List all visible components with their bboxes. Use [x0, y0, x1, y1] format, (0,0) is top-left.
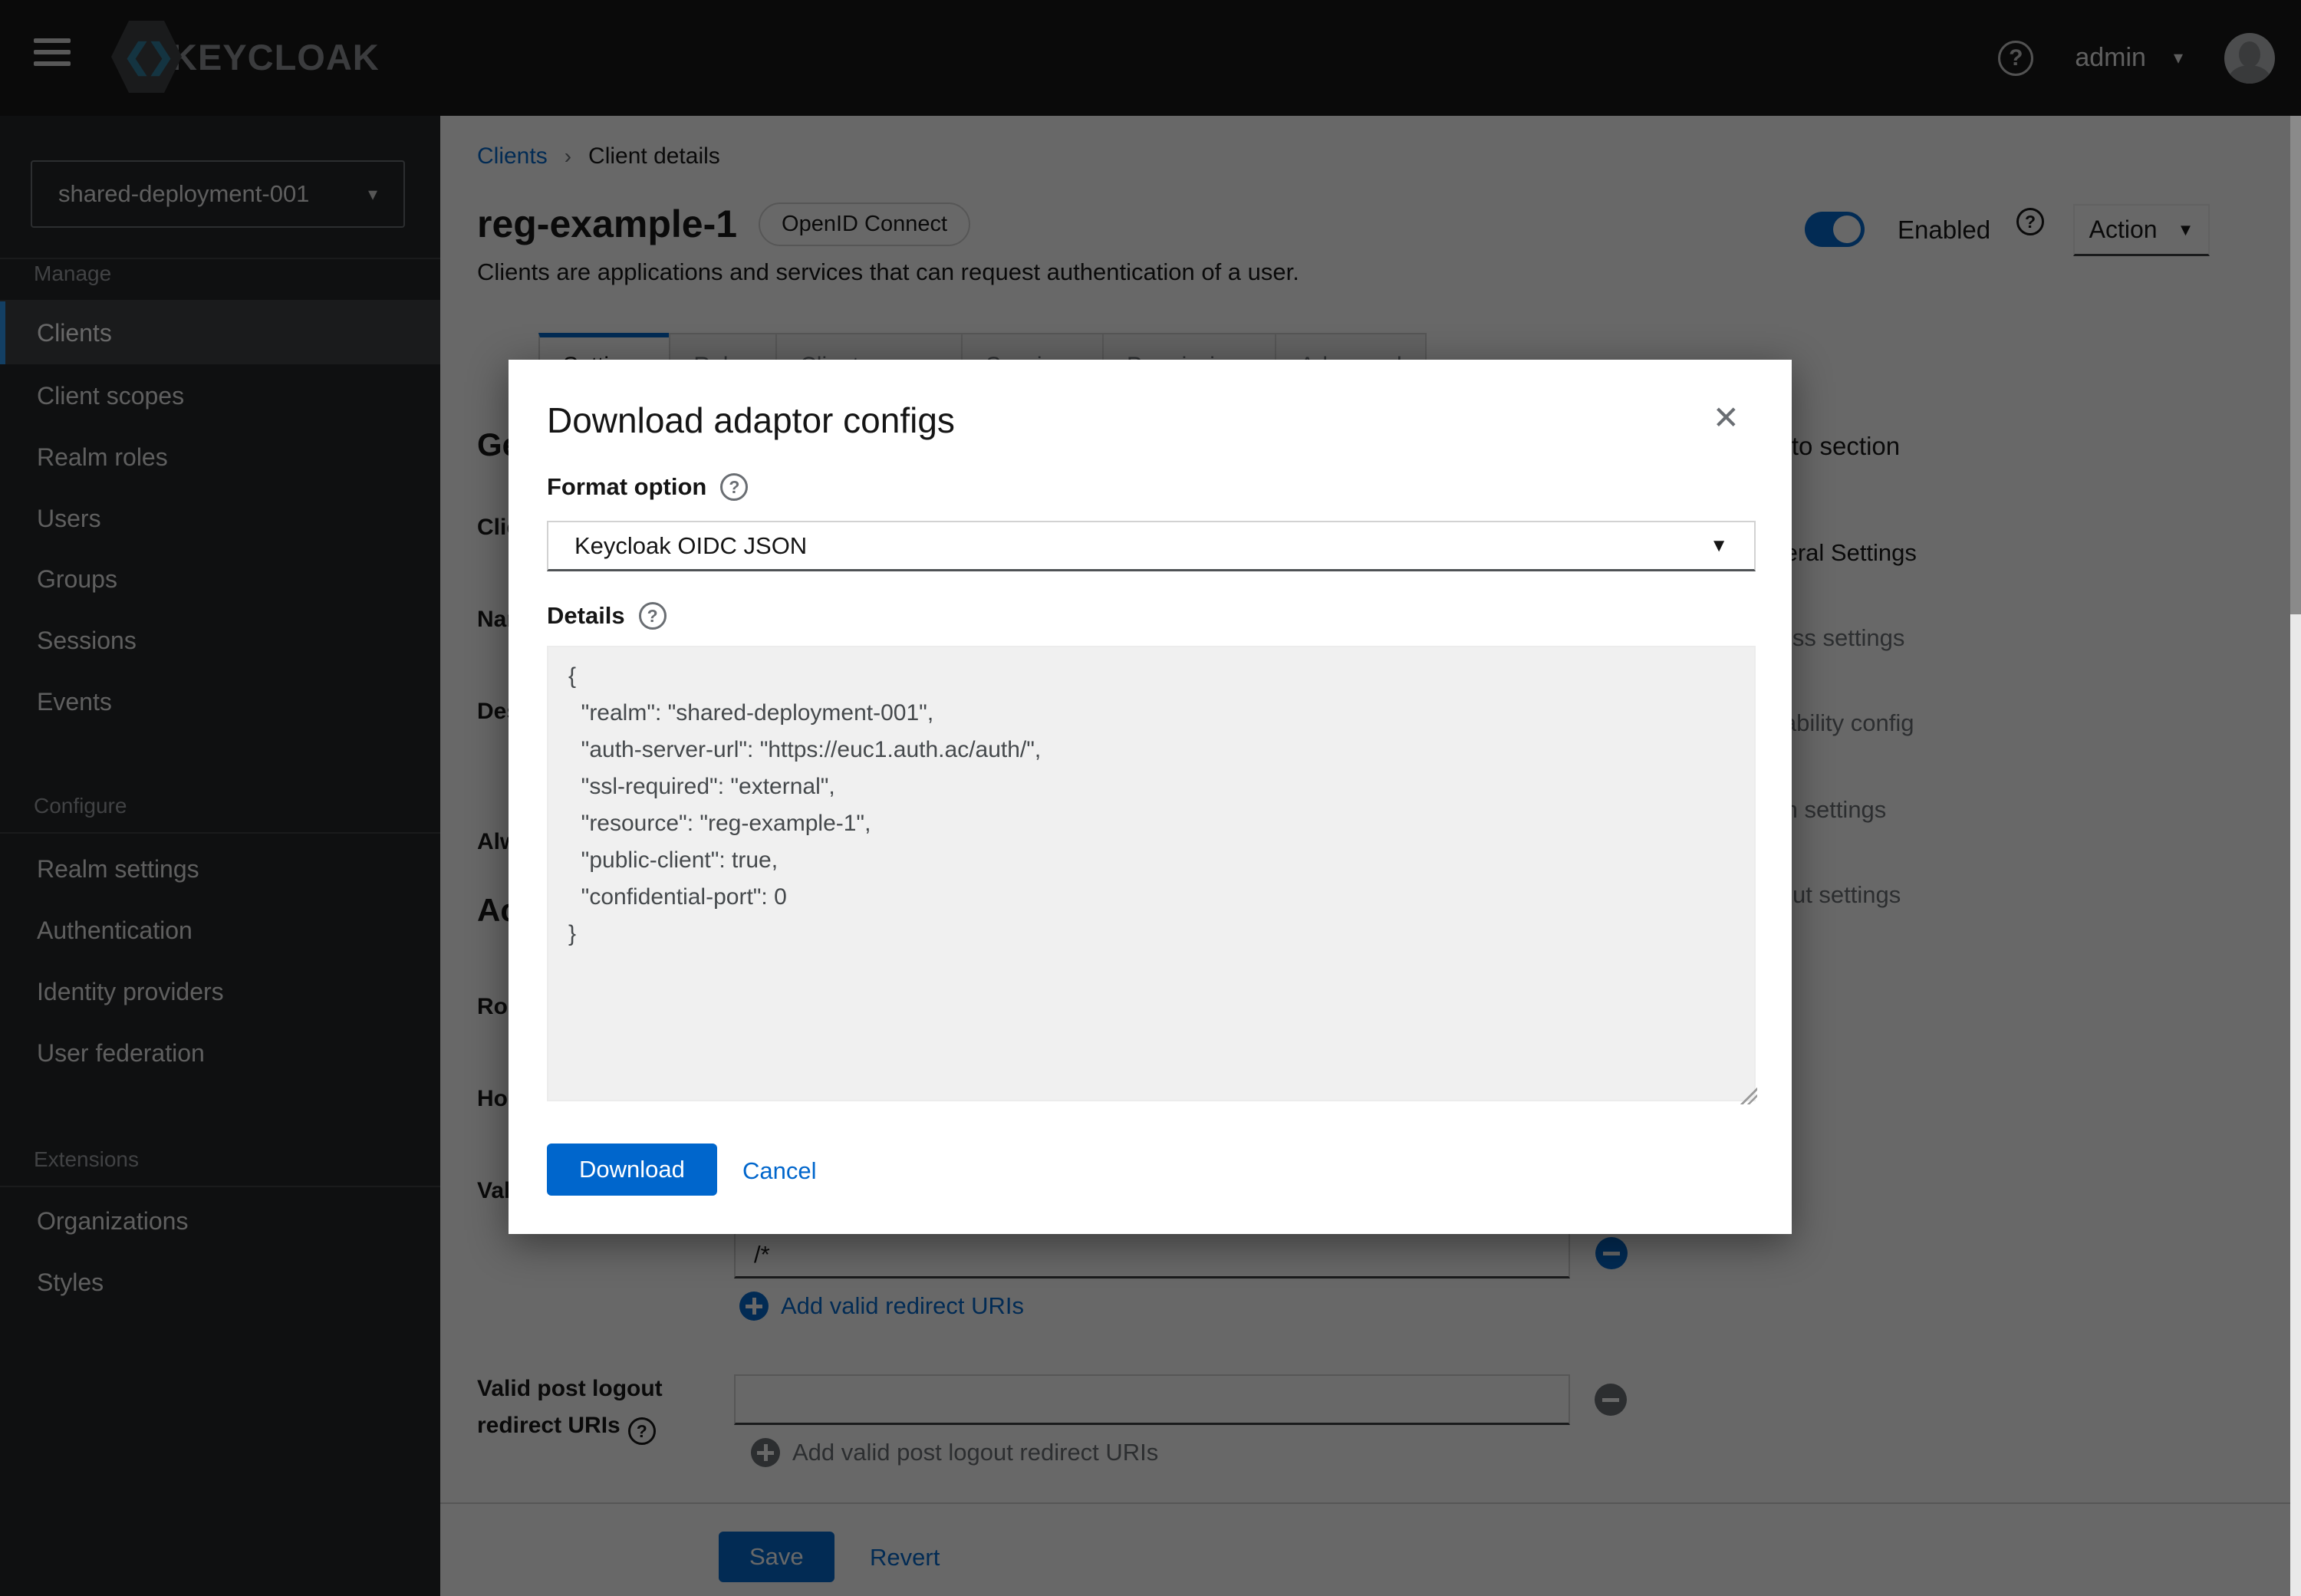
- format-option-select[interactable]: Keycloak OIDC JSON ▼: [547, 521, 1756, 571]
- keycloak-admin-console: ❮❯ KEYCLOAK ? admin ▾ shared-deployment-…: [0, 0, 2301, 1596]
- cancel-link[interactable]: Cancel: [742, 1157, 817, 1185]
- download-adaptor-configs-modal: Download adaptor configs ✕ Format option…: [509, 360, 1792, 1234]
- details-label: Details ?: [547, 602, 667, 630]
- details-textarea[interactable]: { "realm": "shared-deployment-001", "aut…: [547, 646, 1756, 1101]
- modal-title: Download adaptor configs: [547, 400, 955, 441]
- close-icon[interactable]: ✕: [1708, 401, 1744, 435]
- help-icon[interactable]: ?: [639, 602, 667, 630]
- caret-down-icon: ▼: [1710, 535, 1728, 557]
- scrollbar-thumb[interactable]: [2290, 116, 2301, 614]
- help-icon[interactable]: ?: [720, 473, 748, 501]
- resize-handle-icon[interactable]: [1740, 1088, 1757, 1104]
- download-button[interactable]: Download: [547, 1144, 717, 1196]
- format-option-value: Keycloak OIDC JSON: [574, 532, 807, 560]
- format-option-label: Format option ?: [547, 473, 748, 501]
- page-scrollbar[interactable]: [2290, 116, 2301, 1596]
